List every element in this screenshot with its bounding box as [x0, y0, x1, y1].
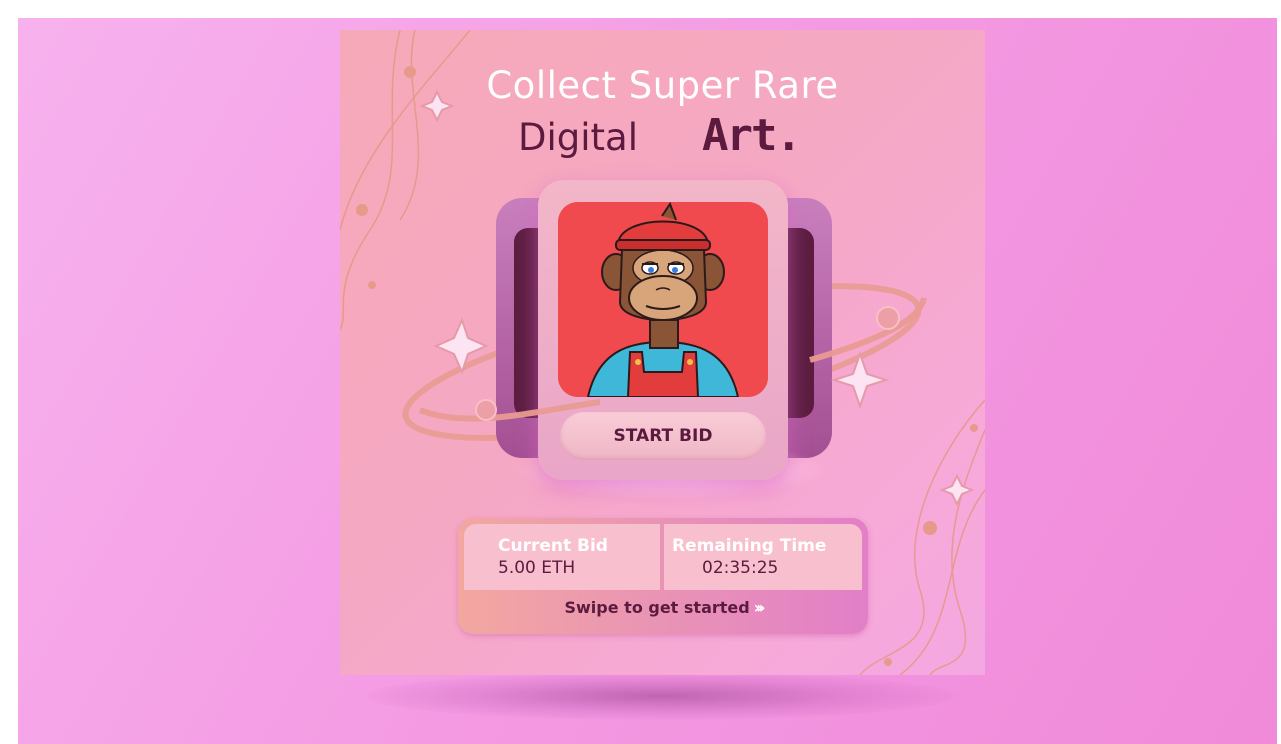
bid-info-panel: Current Bid 5.00 ETH Remaining Time 02:3… [458, 518, 868, 634]
swipe-label: Swipe to get started [564, 598, 750, 617]
chevrons-right-icon: ››› [753, 598, 766, 617]
remaining-time-cell: Remaining Time 02:35:25 [664, 524, 862, 590]
swipe-to-start[interactable]: Swipe to get started ››› [458, 598, 868, 617]
start-bid-button[interactable]: START BID [560, 412, 766, 460]
current-bid-value: 5.00 ETH [498, 558, 576, 578]
nft-ape-image[interactable] [558, 202, 768, 397]
ape-illustration [558, 202, 768, 397]
frame-left [0, 0, 18, 744]
nft-card[interactable]: START BID [538, 180, 788, 480]
remaining-time-value: 02:35:25 [702, 558, 779, 578]
current-bid-cell: Current Bid 5.00 ETH [464, 524, 660, 590]
title-line-1: Collect Super Rare [486, 64, 839, 107]
frame-top [0, 0, 1281, 18]
current-bid-label: Current Bid [498, 536, 608, 556]
title-art-word: Art. [702, 110, 802, 161]
frame-right [1277, 0, 1281, 744]
nft-poster: Collect Super Rare Digital Art. START BI… [340, 30, 985, 675]
title-line-2: Digital [518, 116, 638, 159]
poster-shadow [365, 672, 955, 720]
remaining-time-label: Remaining Time [672, 536, 827, 556]
